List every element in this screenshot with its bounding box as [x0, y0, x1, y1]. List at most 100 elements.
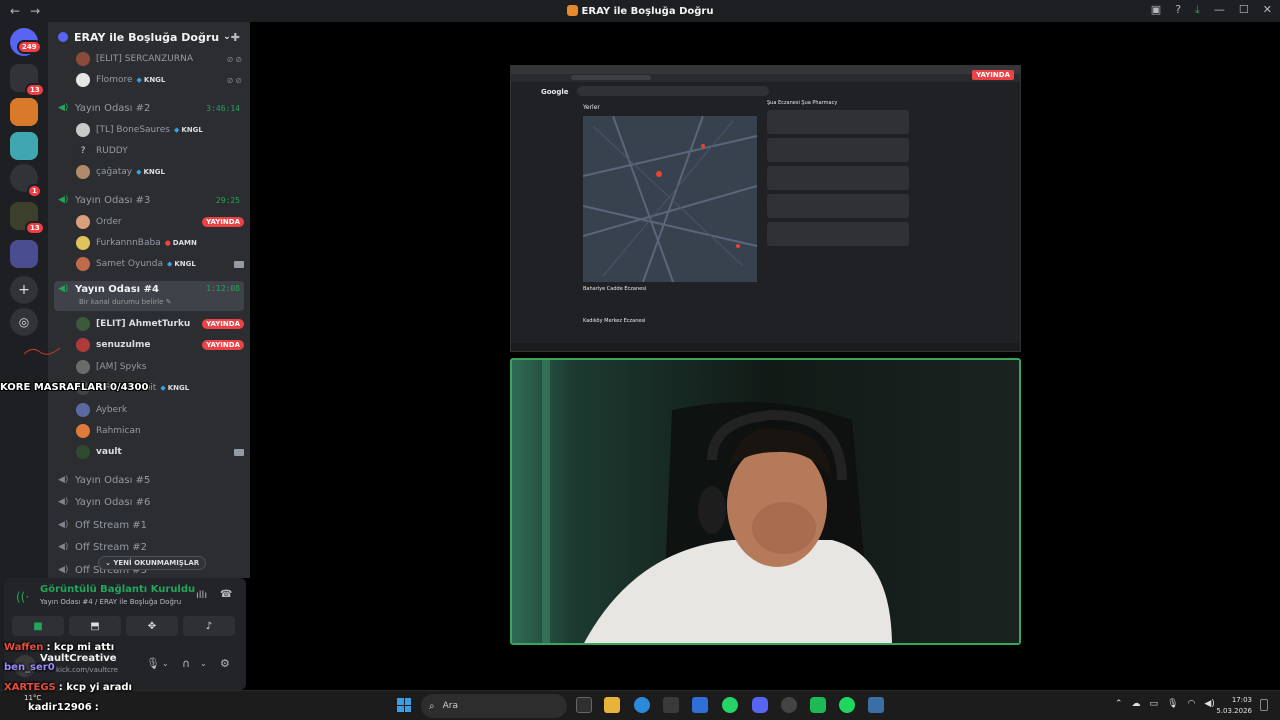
- disconnect-icon[interactable]: ☎: [220, 589, 232, 600]
- mail-icon[interactable]: [692, 697, 708, 713]
- voice-channel[interactable]: ◀) Off Stream #2: [54, 537, 244, 557]
- server-icon-2[interactable]: [10, 132, 38, 160]
- help-icon[interactable]: ?: [1175, 3, 1181, 17]
- user-display-name[interactable]: VaultCreative: [40, 653, 117, 664]
- add-server-icon[interactable]: +: [10, 276, 38, 304]
- back-arrow-icon[interactable]: ←: [10, 4, 20, 18]
- voice-user[interactable]: Flomore KNGL ⊘⊘: [76, 71, 244, 89]
- voice-channel-yayin-2[interactable]: ◀) Yayın Odası #2 3:46:14: [54, 98, 244, 118]
- weather-widget[interactable]: 11°C: [24, 694, 41, 702]
- voice-channel-yayin-3[interactable]: ◀) Yayın Odası #3 29:25: [54, 190, 244, 210]
- speaker-icon: ◀): [58, 102, 69, 113]
- camera-button[interactable]: ■: [12, 616, 64, 636]
- system-tray: ⌃ ☁ ▭ 🎙 ◠ ◀): [1115, 699, 1215, 709]
- voice-route[interactable]: Yayın Odası #4 / ERAY ile Boşluğa Doğru: [40, 598, 181, 606]
- voice-user[interactable]: [ELIT] SERCANZURNA ⊘⊘: [76, 50, 244, 68]
- avatar: [76, 236, 90, 250]
- voice-channel[interactable]: ◀) Yayın Odası #5: [54, 470, 244, 490]
- user-status-text: kick.com/vaultcre: [56, 666, 118, 674]
- google-logo: Google: [541, 88, 569, 96]
- avatar: [76, 403, 90, 417]
- maximize-icon[interactable]: ☐: [1239, 3, 1249, 17]
- discord-icon[interactable]: [752, 697, 768, 713]
- avatar: [76, 424, 90, 438]
- invite-icon[interactable]: ✚: [231, 31, 240, 44]
- microphone-icon[interactable]: 🎙: [1167, 699, 1178, 709]
- headphones-icon[interactable]: ∩: [182, 657, 190, 670]
- voice-channel-yayin-4[interactable]: ◀) Yayın Odası #4 1:12:08 Bir kanal duru…: [54, 281, 244, 311]
- channel-status[interactable]: Bir kanal durumu belirle ✎: [79, 298, 172, 306]
- server-eray[interactable]: [10, 98, 38, 126]
- voice-user[interactable]: [AM] Spyks: [76, 358, 244, 376]
- app-icon[interactable]: [868, 697, 884, 713]
- cloud-icon[interactable]: ☁: [1132, 699, 1141, 709]
- voice-user[interactable]: ? RUDDY: [76, 142, 244, 160]
- clan-tag: KNGL: [137, 76, 166, 84]
- result-title: Bahariye Cadde Eczanesi: [583, 286, 647, 292]
- steam-icon[interactable]: [781, 697, 797, 713]
- settings-gear-icon[interactable]: ⚙: [220, 657, 230, 670]
- taskbar-search[interactable]: ⌕ Ara: [421, 694, 567, 718]
- discover-icon[interactable]: ◎: [10, 308, 38, 336]
- microphone-icon[interactable]: 🎙: [146, 657, 160, 670]
- avatar: [76, 317, 90, 331]
- kick-icon[interactable]: [810, 697, 826, 713]
- voice-channel[interactable]: ◀) Off Stream #1: [54, 515, 244, 535]
- camera-icon: [234, 260, 244, 268]
- screen-share-tile[interactable]: Google Yerler Şua Eczanesi Şua Pharmacy …: [510, 65, 1021, 352]
- system-clock[interactable]: 17:03 5.03.2026: [1216, 695, 1252, 717]
- inbox-icon[interactable]: ▣: [1151, 3, 1161, 17]
- store-icon[interactable]: [663, 697, 679, 713]
- clock-time: 17:03: [1231, 696, 1252, 704]
- voice-channel[interactable]: ◀) Yayın Odası #6: [54, 492, 244, 512]
- voice-user[interactable]: çağatay KNGL: [76, 163, 244, 181]
- voice-status[interactable]: Görüntülü Bağlantı Kuruldu: [40, 584, 195, 595]
- edge-icon[interactable]: [634, 697, 650, 713]
- close-icon[interactable]: ✕: [1263, 3, 1272, 17]
- voice-user[interactable]: vault: [76, 443, 244, 461]
- voice-user[interactable]: Order YAYINDA: [76, 213, 244, 231]
- voice-user[interactable]: senuzulme YAYINDA: [76, 336, 244, 354]
- result-list: Bahariye Cadde Eczanesi Kadıköy Merkez E…: [583, 286, 646, 324]
- spotify-icon[interactable]: [839, 697, 855, 713]
- task-view-icon[interactable]: [576, 697, 592, 713]
- screen-share-button[interactable]: ⬒: [69, 616, 121, 636]
- new-unreads-pill[interactable]: ⌄ YENİ OKUNMAMIŞLAR: [98, 556, 207, 570]
- minimize-icon[interactable]: —: [1214, 3, 1225, 17]
- window-title: ERAY ile Boşluğa Doğru: [0, 5, 1280, 17]
- whatsapp-icon[interactable]: [722, 697, 738, 713]
- clan-tag: KNGL: [167, 260, 196, 268]
- voice-user[interactable]: Rahmican: [76, 422, 244, 440]
- avatar[interactable]: [14, 655, 36, 677]
- wifi-icon[interactable]: ◠: [1188, 699, 1196, 709]
- signal-icon[interactable]: ((·: [16, 590, 29, 604]
- chevron-up-icon[interactable]: ⌃: [1115, 699, 1123, 709]
- user-name: vault: [96, 447, 122, 457]
- voice-user[interactable]: FurkannnBaba DAMN: [76, 234, 244, 252]
- guild-header[interactable]: ERAY ile Boşluğa Doğru ⌄ ✚: [48, 22, 250, 52]
- server-folder-3[interactable]: [10, 240, 38, 268]
- webcam-tile[interactable]: [510, 358, 1021, 645]
- download-icon[interactable]: ⤓: [1195, 3, 1200, 17]
- file-explorer-icon[interactable]: [604, 697, 620, 713]
- avatar: [76, 338, 90, 352]
- chevron-down-icon[interactable]: ⌄: [200, 659, 207, 668]
- notification-icon[interactable]: [1260, 699, 1268, 711]
- chevron-down-icon[interactable]: ⌄: [162, 659, 169, 668]
- volume-icon[interactable]: ◀): [1204, 699, 1214, 709]
- start-button[interactable]: [397, 698, 411, 712]
- network-icon[interactable]: ▭: [1150, 699, 1159, 709]
- voice-user[interactable]: [ELIT] AhmetTurku YAYINDA: [76, 315, 244, 333]
- user-name: senuzulme: [96, 340, 151, 350]
- forward-arrow-icon[interactable]: →: [30, 4, 40, 18]
- noise-suppression-icon[interactable]: ıllı: [196, 590, 207, 601]
- voice-user[interactable]: Ayberk: [76, 401, 244, 419]
- soundboard-button[interactable]: ♪: [183, 616, 235, 636]
- voice-user[interactable]: [TL] BoneSaures KNGL: [76, 121, 244, 139]
- speaker-icon: ◀): [58, 474, 69, 485]
- activities-button[interactable]: ✥: [126, 616, 178, 636]
- voice-user[interactable]: Samet Oyunda KNGL: [76, 255, 244, 273]
- user-name: RUDDY: [96, 146, 128, 156]
- channel-name: Yayın Odası #5: [75, 474, 151, 486]
- channel-timer: 1:12:08: [206, 284, 240, 293]
